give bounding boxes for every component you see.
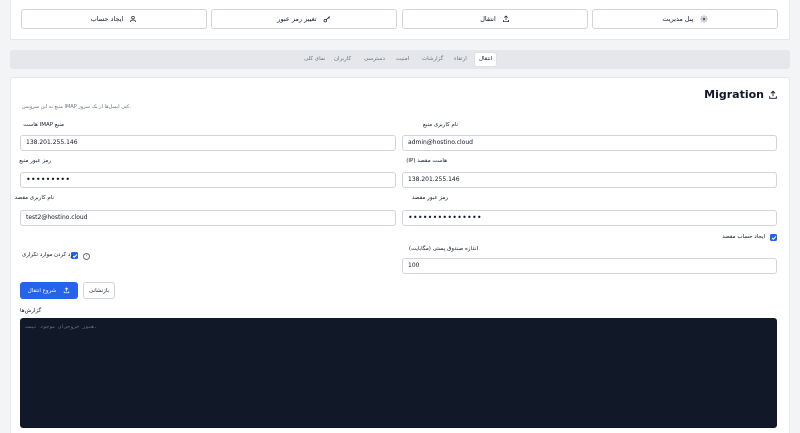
source-password-input[interactable]: ••••••••• — [20, 172, 396, 188]
tab-overview[interactable]: نمای کلی — [300, 53, 329, 66]
target-user-label: نام کاربری مقصد — [14, 195, 54, 201]
migration-button[interactable]: انتقال — [402, 9, 588, 29]
create-account-button[interactable]: ایجاد حساب — [21, 9, 207, 29]
source-host-input[interactable]: 138.201.255.146 — [20, 135, 396, 151]
change-password-label: تغییر رمز عبور — [277, 15, 317, 23]
admin-panel-button[interactable]: پنل مدیریت — [592, 9, 778, 29]
tab-access[interactable]: دسترسی — [360, 53, 389, 66]
start-migration-button[interactable]: شروع انتقال — [20, 282, 78, 299]
tab-upgrade[interactable]: ارتقاء — [450, 53, 471, 66]
logs-placeholder: هنوز خروجی‌ای موجود نیست. — [25, 324, 98, 330]
start-migration-label: شروع انتقال — [27, 287, 57, 294]
page-title: Migration — [704, 88, 778, 101]
user-icon — [130, 16, 137, 23]
gear-icon — [700, 15, 707, 23]
tab-users[interactable]: کاربران — [330, 53, 355, 66]
tab-security[interactable]: امنیت — [392, 53, 413, 66]
key-icon — [323, 16, 330, 23]
mailbox-size-input[interactable]: 100 — [402, 258, 777, 274]
tab-migration[interactable]: انتقال — [475, 53, 497, 66]
target-pass-label: رمز عبور مقصد — [412, 195, 448, 201]
logs-console[interactable]: هنوز خروجی‌ای موجود نیست. — [20, 318, 777, 428]
upload-icon — [769, 90, 777, 99]
description: منبع به این سرویس IMAP کپی ایمیل‌ها از ی… — [22, 104, 131, 110]
create-account-label: ایجاد حساب — [90, 15, 124, 23]
logs-label: گزارش‌ها — [20, 308, 42, 314]
source-host-label: منبع IMAP هاست — [23, 122, 64, 128]
reset-button[interactable]: بازنشانی — [83, 282, 115, 299]
tab-reports[interactable]: گزارشات — [418, 53, 447, 66]
help-icon[interactable]: ? — [83, 253, 90, 260]
change-password-button[interactable]: تغییر رمز عبور — [211, 9, 397, 29]
title-text: Migration — [704, 88, 764, 101]
target-password-input[interactable]: ••••••••••••••• — [402, 210, 777, 226]
target-host-input[interactable]: 138.201.255.146 — [402, 172, 777, 188]
source-user-input[interactable]: admin@hostino.cloud — [402, 135, 777, 151]
quick-actions-bar: پنل مدیریت انتقال تغییر رمز عبور ایجاد ح… — [10, 0, 790, 40]
upload-icon — [64, 287, 70, 294]
create-account-checkbox[interactable] — [770, 234, 777, 241]
target-host-label: هاست مقصد (IP) — [406, 158, 447, 164]
source-pass-label: رمز عبور منبع — [19, 158, 51, 164]
source-user-label: نام کاربری منبع — [422, 122, 458, 128]
create-account-checkbox-label: ایجاد حساب مقصد — [722, 234, 765, 240]
mailbox-size-label: اندازه صندوق پستی (مگابایت) — [408, 246, 478, 252]
admin-panel-label: پنل مدیریت — [662, 15, 694, 23]
migration-label: انتقال — [480, 15, 496, 23]
skip-duplicates-label: رد کردن موارد تکراری — [22, 252, 74, 258]
tabs-bar: انتقال ارتقاء گزارشات امنیت دسترسی کاربر… — [10, 50, 790, 69]
upload-icon — [502, 15, 509, 22]
target-user-input[interactable]: test2@hostino.cloud — [20, 210, 396, 226]
check-icon — [771, 235, 776, 240]
